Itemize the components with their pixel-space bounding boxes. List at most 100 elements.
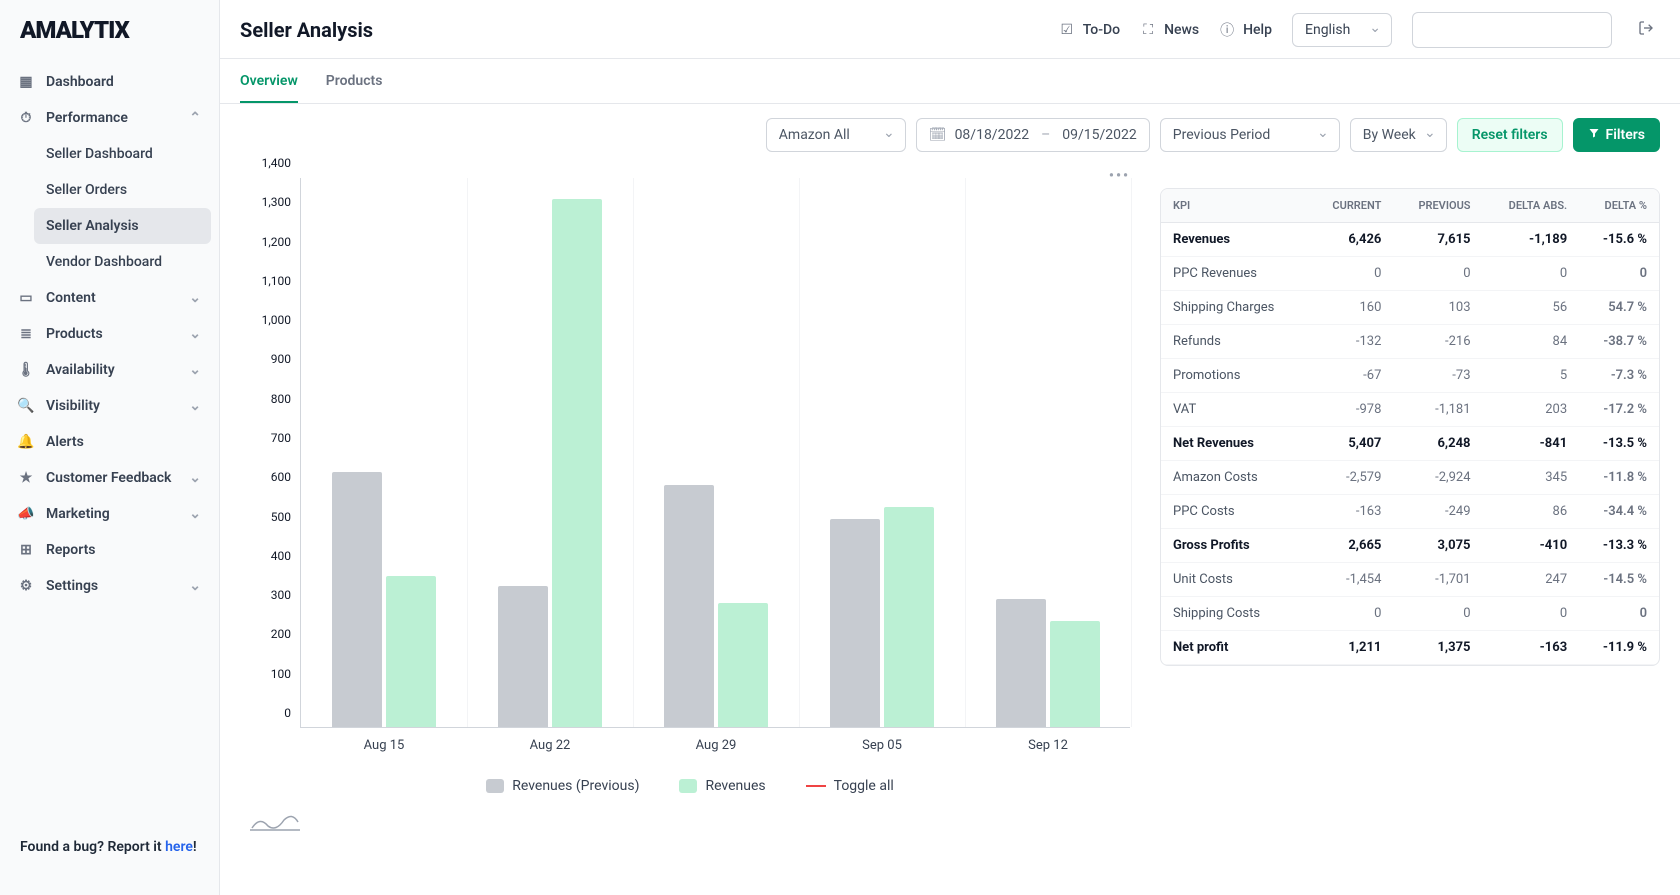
todo-label: To-Do <box>1083 22 1120 38</box>
date-to: 09/15/2022 <box>1062 127 1137 143</box>
compare-select[interactable]: Previous Period <box>1160 118 1340 152</box>
bar-curr[interactable] <box>718 603 768 727</box>
sidebar-item-label: Seller Analysis <box>46 218 139 234</box>
help-link[interactable]: ⓘHelp <box>1219 22 1272 38</box>
sidebar-item-dashboard[interactable]: ▦Dashboard <box>0 64 219 100</box>
gift-icon: ⛶ <box>1140 22 1156 38</box>
th-current[interactable]: CURRENT <box>1308 189 1394 223</box>
y-tick: 100 <box>241 667 291 681</box>
bar-curr[interactable] <box>552 199 602 727</box>
cell-previous: 103 <box>1393 291 1482 325</box>
sidebar-item-label: Vendor Dashboard <box>46 254 162 270</box>
cell-delta-pct: -34.4 % <box>1579 495 1659 529</box>
bar-prev[interactable] <box>996 599 1046 727</box>
tab-overview[interactable]: Overview <box>240 59 298 103</box>
sidebar-item-performance[interactable]: ⏱Performance⌃ <box>0 100 219 136</box>
topbar: Seller Analysis ☑To-Do ⛶News ⓘHelp Engli… <box>220 0 1680 59</box>
bar-prev[interactable] <box>332 472 382 727</box>
date-dash: – <box>1041 127 1050 143</box>
sidebar-item-reports[interactable]: ⊞Reports <box>0 532 219 568</box>
chevron-down-icon: ⌄ <box>189 578 201 594</box>
language-select[interactable]: English <box>1292 13 1392 47</box>
th-delta-abs[interactable]: DELTA ABS. <box>1483 189 1580 223</box>
cell-current: -1,454 <box>1308 563 1394 597</box>
bug-link[interactable]: here <box>165 839 193 855</box>
cell-current: 0 <box>1308 257 1394 291</box>
table-row: PPC Revenues0000 <box>1161 257 1659 291</box>
sidebar-item-marketing[interactable]: 📣Marketing⌄ <box>0 496 219 532</box>
filters-button[interactable]: Filters <box>1573 118 1660 152</box>
help-label: Help <box>1243 22 1272 38</box>
sidebar-item-seller-analysis[interactable]: Seller Analysis <box>34 208 211 244</box>
star-icon: ★ <box>18 470 34 486</box>
granularity-select[interactable]: By Week <box>1350 118 1447 152</box>
bar-prev[interactable] <box>498 586 548 727</box>
bar-prev[interactable] <box>664 485 714 727</box>
sidebar-item-label: Availability <box>46 362 115 378</box>
th-delta-pct[interactable]: DELTA % <box>1579 189 1659 223</box>
card-icon: ▭ <box>18 290 34 306</box>
x-tick: Aug 15 <box>364 738 405 753</box>
news-link[interactable]: ⛶News <box>1140 22 1199 38</box>
cell-delta-abs: -1,189 <box>1483 223 1580 257</box>
sidebar-item-products[interactable]: ≣Products⌄ <box>0 316 219 352</box>
cell-current: 1,211 <box>1308 631 1394 665</box>
chevron-down-icon: ⌄ <box>189 398 201 414</box>
table-row: Unit Costs-1,454-1,701247-14.5 % <box>1161 563 1659 597</box>
search-input[interactable] <box>1412 12 1612 48</box>
sidebar-item-availability[interactable]: 🌡Availability⌄ <box>0 352 219 388</box>
cell-delta-abs: 0 <box>1483 257 1580 291</box>
cell-current: 2,665 <box>1308 529 1394 563</box>
sidebar-item-label: Products <box>46 326 103 342</box>
cell-delta-pct: -15.6 % <box>1579 223 1659 257</box>
legend-toggle[interactable]: Toggle all <box>806 778 894 794</box>
cell-delta-pct: 0 <box>1579 257 1659 291</box>
marketplace-select[interactable]: Amazon All <box>766 118 906 152</box>
y-tick: 600 <box>241 470 291 484</box>
sidebar-item-seller-dashboard[interactable]: Seller Dashboard <box>46 136 219 172</box>
cell-previous: 3,075 <box>1393 529 1482 563</box>
sidebar-item-label: Settings <box>46 578 98 594</box>
x-tick: Sep 05 <box>862 738 902 753</box>
cell-current: -132 <box>1308 325 1394 359</box>
th-kpi[interactable]: KPI <box>1161 189 1308 223</box>
bar-curr[interactable] <box>386 576 436 727</box>
th-previous[interactable]: PREVIOUS <box>1393 189 1482 223</box>
chevron-down-icon: ⌄ <box>189 362 201 378</box>
sidebar-item-vendor-dashboard[interactable]: Vendor Dashboard <box>46 244 219 280</box>
tab-products[interactable]: Products <box>326 59 383 103</box>
bar-prev[interactable] <box>830 519 880 727</box>
date-range-select[interactable]: 🗓 08/18/2022 – 09/15/2022 <box>916 118 1150 152</box>
bar-curr[interactable] <box>1050 621 1100 727</box>
legend-swatch-curr <box>679 779 697 793</box>
sidebar-item-alerts[interactable]: 🔔Alerts <box>0 424 219 460</box>
chevron-down-icon: ⌄ <box>189 326 201 342</box>
kpi-table: KPI CURRENT PREVIOUS DELTA ABS. DELTA % … <box>1160 188 1660 666</box>
logout-icon[interactable] <box>1632 20 1660 40</box>
bug-report-line: Found a bug? Report it here! <box>0 825 219 895</box>
calendar-icon: 🗓 <box>929 127 947 143</box>
bar-curr[interactable] <box>884 507 934 727</box>
cell-previous: -1,701 <box>1393 563 1482 597</box>
sidebar-item-seller-orders[interactable]: Seller Orders <box>46 172 219 208</box>
legend-prev[interactable]: Revenues (Previous) <box>486 778 639 794</box>
cell-current: -163 <box>1308 495 1394 529</box>
mini-overview-icon[interactable] <box>250 812 1140 836</box>
reset-filters-button[interactable]: Reset filters <box>1457 118 1563 152</box>
sidebar-item-customer-feedback[interactable]: ★Customer Feedback⌄ <box>0 460 219 496</box>
sidebar-item-content[interactable]: ▭Content⌄ <box>0 280 219 316</box>
legend-curr[interactable]: Revenues <box>679 778 765 794</box>
cell-delta-pct: -17.2 % <box>1579 393 1659 427</box>
todo-link[interactable]: ☑To-Do <box>1059 22 1120 38</box>
table-row: Shipping Charges1601035654.7 % <box>1161 291 1659 325</box>
sidebar-item-settings[interactable]: ⚙Settings⌄ <box>0 568 219 604</box>
x-tick: Aug 29 <box>696 738 737 753</box>
chart-plot: 01002003004005006007008009001,0001,1001,… <box>300 178 1130 728</box>
cell-delta-pct: -11.9 % <box>1579 631 1659 665</box>
legend-swatch-prev <box>486 779 504 793</box>
y-tick: 1,100 <box>241 274 291 288</box>
legend-prev-label: Revenues (Previous) <box>512 778 639 794</box>
sidebar-item-visibility[interactable]: 🔍Visibility⌄ <box>0 388 219 424</box>
cell-kpi: Unit Costs <box>1161 563 1308 597</box>
legend-toggle-label: Toggle all <box>834 778 894 794</box>
